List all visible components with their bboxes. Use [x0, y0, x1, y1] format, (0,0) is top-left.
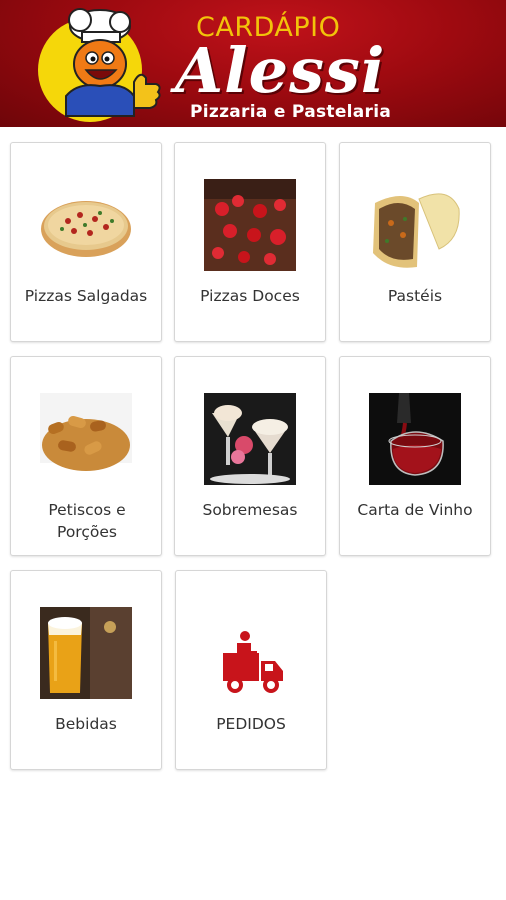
menu-tile-label: Pizzas Doces: [200, 287, 300, 305]
menu-tile-bebidas[interactable]: Bebidas: [10, 570, 162, 770]
menu-tile-sobremesas[interactable]: Sobremesas: [174, 356, 326, 556]
menu-tile-label: Pizzas Salgadas: [24, 287, 148, 305]
menu-tile-label: Sobremesas: [202, 501, 298, 519]
wine-photo: [369, 393, 461, 485]
pizza-doce-photo: [204, 179, 296, 271]
menu-tile-label: PEDIDOS: [216, 715, 286, 733]
pizza-salgada-photo: [40, 179, 132, 271]
brand-name: Alessi: [175, 34, 386, 107]
menu-tile-label: Carta de Vinho: [357, 501, 473, 519]
menu-tile-pizzas-doces[interactable]: Pizzas Doces: [174, 142, 326, 342]
menu-tile-label: Pastéis: [387, 287, 443, 305]
menu-tile-pedidos[interactable]: PEDIDOS: [175, 570, 327, 770]
pastel-photo: [369, 179, 461, 271]
beer-photo: [40, 607, 132, 699]
sobremesa-photo: [204, 393, 296, 485]
petiscos-photo: [40, 393, 132, 485]
chef-mascot-logo: [38, 8, 161, 122]
menu-tile-carta-de-vinho[interactable]: Carta de Vinho: [339, 356, 491, 556]
menu-tile-pizzas-salgadas[interactable]: Pizzas Salgadas: [10, 142, 162, 342]
brand-subtitle: Pizzaria e Pastelaria: [190, 102, 392, 122]
menu-tile-pasteis[interactable]: Pastéis: [339, 142, 491, 342]
menu-tile-petiscos[interactable]: Petiscos e Porções: [10, 356, 162, 556]
menu-tile-label: Bebidas: [55, 715, 117, 733]
menu-tile-label: Petiscos e Porções: [48, 501, 126, 541]
header-banner: CARDÁPIO Alessi Pizzaria e Pastelaria: [0, 0, 506, 127]
delivery-truck-icon: [205, 607, 297, 699]
